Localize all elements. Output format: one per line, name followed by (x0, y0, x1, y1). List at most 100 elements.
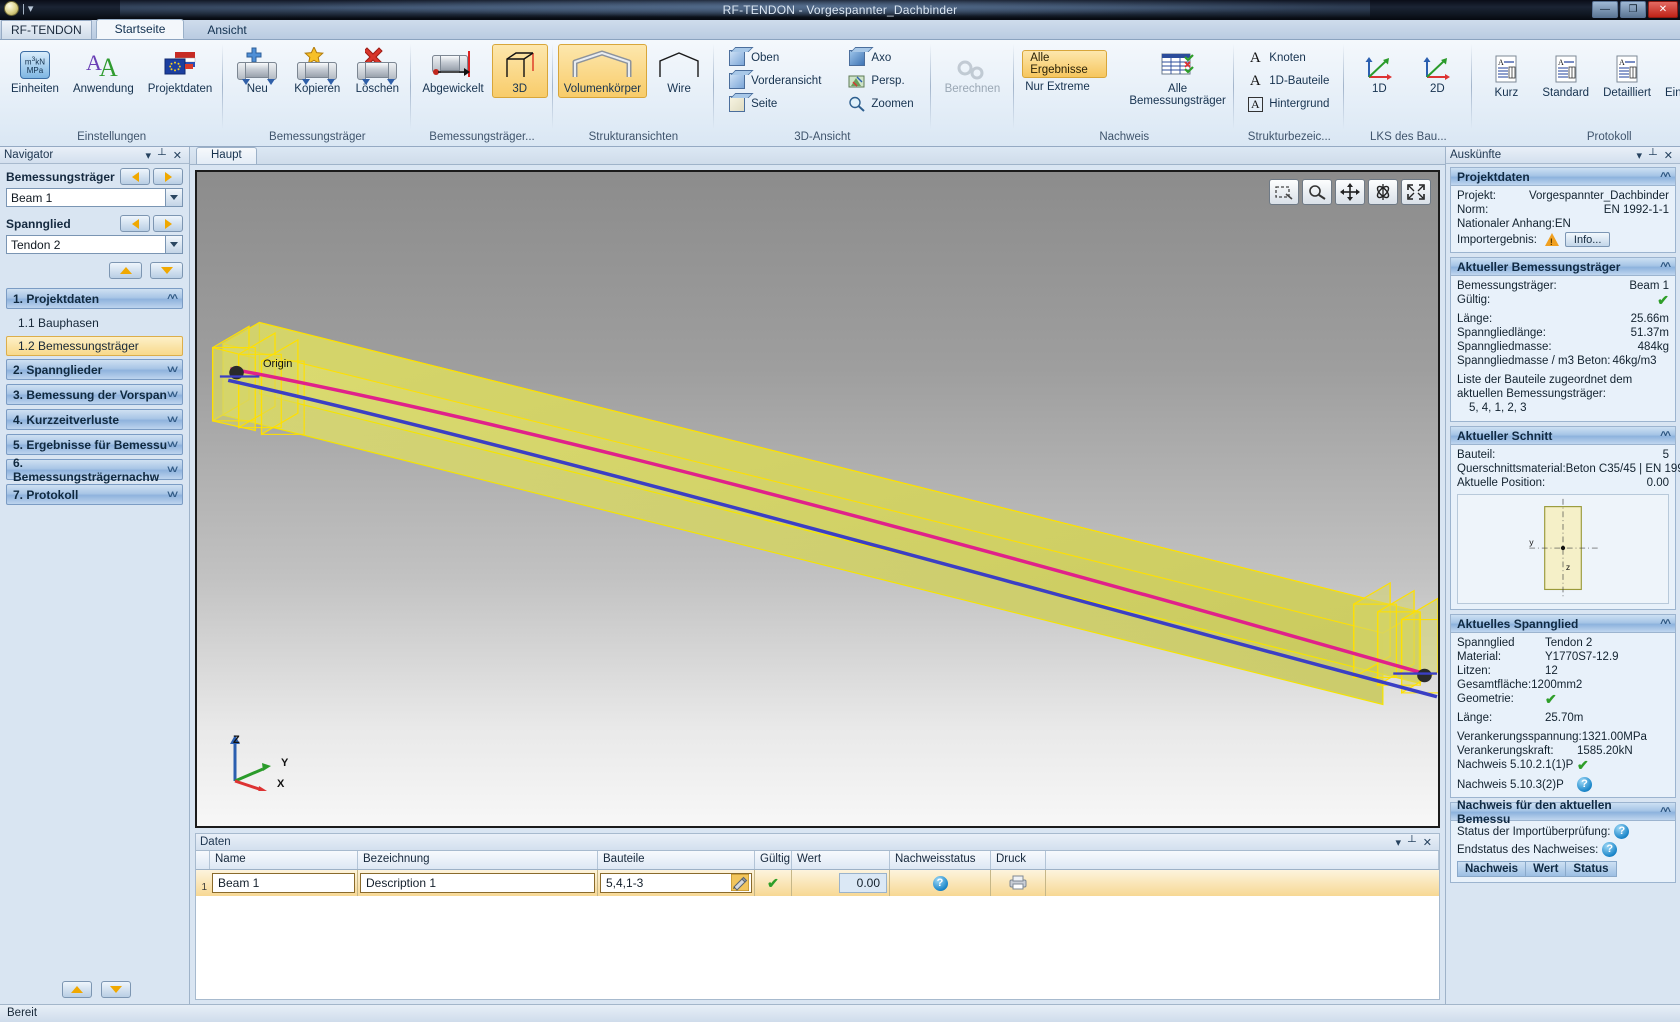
col-bauteile[interactable]: Bauteile (598, 851, 755, 869)
button-volumenkoerper[interactable]: Volumenkörper (557, 44, 648, 98)
cell-bauteile-value[interactable]: 5,4,1-3 (600, 873, 752, 893)
button-kopieren[interactable]: Kopieren (288, 44, 346, 98)
window-buttons[interactable]: — ❐ ✕ (1592, 1, 1678, 18)
printer-icon[interactable] (1008, 874, 1028, 893)
info-panel-buttons[interactable]: ▾ ┴ ✕ (1636, 149, 1676, 162)
info-section-header[interactable]: Aktueller Bemessungsträger ^^ (1451, 258, 1675, 276)
fit-icon[interactable] (1401, 179, 1431, 205)
pin-icon[interactable]: ┴ (1408, 836, 1416, 849)
cell-bezeichnung[interactable]: Description 1 (358, 870, 598, 896)
chevron-down-icon[interactable]: ▾ (1395, 836, 1401, 849)
button-seite[interactable]: Seite (724, 93, 828, 115)
info-section-header[interactable]: Projektdaten ^^ (1451, 168, 1675, 186)
view-tab-haupt[interactable]: Haupt (196, 147, 257, 164)
button-einstellungen[interactable]: A Einstellungen (1659, 48, 1680, 102)
tab-ansicht[interactable]: Ansicht (188, 20, 265, 39)
pan-icon[interactable] (1335, 179, 1365, 205)
cell-bauteile[interactable]: 5,4,1-3 (598, 870, 755, 896)
button-persp[interactable]: Persp. (844, 70, 920, 92)
close-button[interactable]: ✕ (1648, 1, 1678, 18)
button-anwendung[interactable]: AA Anwendung (67, 44, 140, 98)
col-nachweisstatus[interactable]: Nachweisstatus (890, 851, 991, 869)
button-hintergrund[interactable]: A Hintergrund (1242, 93, 1336, 115)
question-icon[interactable]: ? (1602, 842, 1618, 857)
app-menu-tab[interactable]: RF-TENDON (1, 20, 92, 39)
button-wire[interactable]: Wire (649, 44, 709, 98)
tendon-combo[interactable]: Tendon 2 (6, 235, 183, 254)
nav-section-5[interactable]: 5. Ergebnisse für Bemessu ˅˅ (6, 434, 183, 455)
nachweis-col-status[interactable]: Status (1565, 861, 1617, 877)
close-icon[interactable]: ✕ (1664, 149, 1673, 162)
info-section-header[interactable]: Aktueller Schnitt ^^ (1451, 427, 1675, 445)
question-icon[interactable]: ? (1614, 824, 1630, 839)
col-wert[interactable]: Wert (792, 851, 890, 869)
chevron-down-icon[interactable]: ▾ (1636, 149, 1642, 162)
nav-section-1[interactable]: 1. Projektdaten ^^ (6, 288, 183, 309)
button-kurz[interactable]: A Kurz (1478, 48, 1534, 102)
button-berechnen[interactable]: Berechnen (939, 56, 1007, 98)
pin-icon[interactable]: ┴ (158, 149, 166, 162)
button-loeschen[interactable]: Löschen (348, 44, 406, 98)
maximize-button[interactable]: ❐ (1620, 1, 1646, 18)
info-button[interactable]: Info... (1564, 232, 1611, 247)
rotate-icon[interactable] (1368, 179, 1398, 205)
col-name[interactable]: Name (210, 851, 358, 869)
nachweis-col-nachweis[interactable]: Nachweis (1457, 861, 1526, 877)
button-axo[interactable]: Axo (844, 47, 920, 69)
cell-bezeichnung-value[interactable]: Description 1 (360, 873, 595, 893)
beam-combo[interactable]: Beam 1 (6, 188, 183, 207)
zoom-icon[interactable] (1302, 179, 1332, 205)
toggle-alle-ergebnisse[interactable]: Alle Ergebnisse (1022, 50, 1107, 78)
question-icon[interactable]: ? (1577, 777, 1592, 792)
button-standard[interactable]: A Standard (1536, 48, 1595, 102)
button-zoomen[interactable]: Zoomen (844, 93, 920, 115)
zoom-window-icon[interactable] (1269, 179, 1299, 205)
beam-next-button[interactable] (153, 168, 183, 185)
tendon-prev-button[interactable] (120, 215, 150, 232)
nachweis-col-wert[interactable]: Wert (1525, 861, 1566, 877)
button-oben[interactable]: Oben (724, 47, 828, 69)
data-pane-buttons[interactable]: ▾ ┴ ✕ (1395, 836, 1435, 849)
minimize-button[interactable]: — (1592, 1, 1618, 18)
navigator-panel-buttons[interactable]: ▾ ┴ ✕ (145, 149, 185, 162)
button-einheiten[interactable]: m3kN MPa Einheiten (5, 44, 65, 98)
button-projektdaten[interactable]: Projektdaten (142, 44, 219, 98)
tendon-next-button[interactable] (153, 215, 183, 232)
col-druck[interactable]: Druck (991, 851, 1046, 869)
button-knoten[interactable]: A Knoten (1242, 47, 1336, 69)
nav-item-1-2[interactable]: 1.2 Bemessungsträger (6, 336, 183, 356)
button-lks-1d[interactable]: 1D (1351, 50, 1407, 98)
col-gueltig[interactable]: Gültig (755, 851, 792, 869)
nav-section-2[interactable]: 2. Spannglieder ˅˅ (6, 359, 183, 380)
nav-section-6[interactable]: 6. Bemessungsträgernachw ˅˅ (6, 456, 183, 484)
info-section-header[interactable]: Aktuelles Spannglied ^^ (1451, 615, 1675, 633)
chevron-down-icon[interactable]: ▾ (145, 149, 151, 162)
tab-startseite[interactable]: Startseite (95, 19, 185, 39)
viewport-3d[interactable]: Origin Z Y X (195, 170, 1440, 828)
data-grid-empty-area[interactable] (196, 896, 1439, 999)
col-bezeichnung[interactable]: Bezeichnung (358, 851, 598, 869)
close-icon[interactable]: ✕ (173, 149, 182, 162)
button-abgewickelt[interactable]: Abgewickelt (416, 44, 489, 98)
cell-name[interactable]: Beam 1 (210, 870, 358, 896)
button-vorderansicht[interactable]: Vorderansicht (724, 70, 828, 92)
option-nur-extreme[interactable]: Nur Extreme (1022, 81, 1107, 93)
nav-footer-down-button[interactable] (100, 980, 131, 998)
beam-combo-arrow[interactable] (165, 189, 182, 206)
nav-down-button[interactable] (150, 262, 183, 279)
button-alle-bemessungstraeger[interactable]: Alle Bemessungsträger (1129, 44, 1226, 110)
cell-nachweisstatus[interactable]: ? (890, 870, 991, 896)
button-lks-2d[interactable]: 2D (1409, 50, 1465, 98)
cell-druck[interactable] (991, 870, 1046, 896)
close-icon[interactable]: ✕ (1423, 836, 1432, 849)
button-detailliert[interactable]: A Detailliert (1597, 48, 1657, 102)
nav-section-3[interactable]: 3. Bemessung der Vorspan ˅˅ (6, 384, 183, 405)
cell-wert[interactable]: 0.00 (792, 870, 890, 896)
beam-prev-button[interactable] (120, 168, 150, 185)
question-icon[interactable]: ? (932, 875, 948, 891)
pin-icon[interactable]: ┴ (1649, 149, 1657, 162)
tendon-combo-arrow[interactable] (165, 236, 182, 253)
info-section-header[interactable]: Nachweis für den aktuellen Bemessu ^^ (1451, 798, 1675, 826)
button-1d-bauteile[interactable]: A 1D-Bauteile (1242, 70, 1336, 92)
nav-up-button[interactable] (109, 262, 142, 279)
